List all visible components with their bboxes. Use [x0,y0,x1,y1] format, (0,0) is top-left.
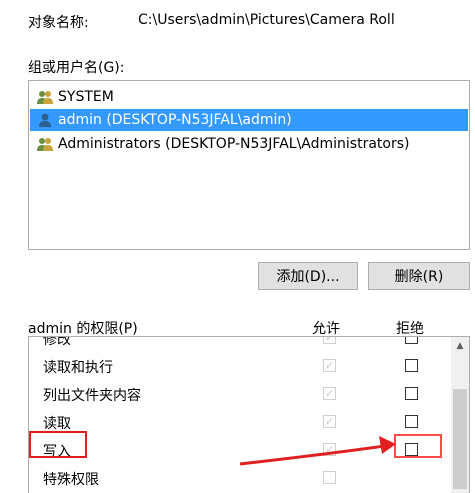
annotation-arrow-icon [239,436,396,466]
